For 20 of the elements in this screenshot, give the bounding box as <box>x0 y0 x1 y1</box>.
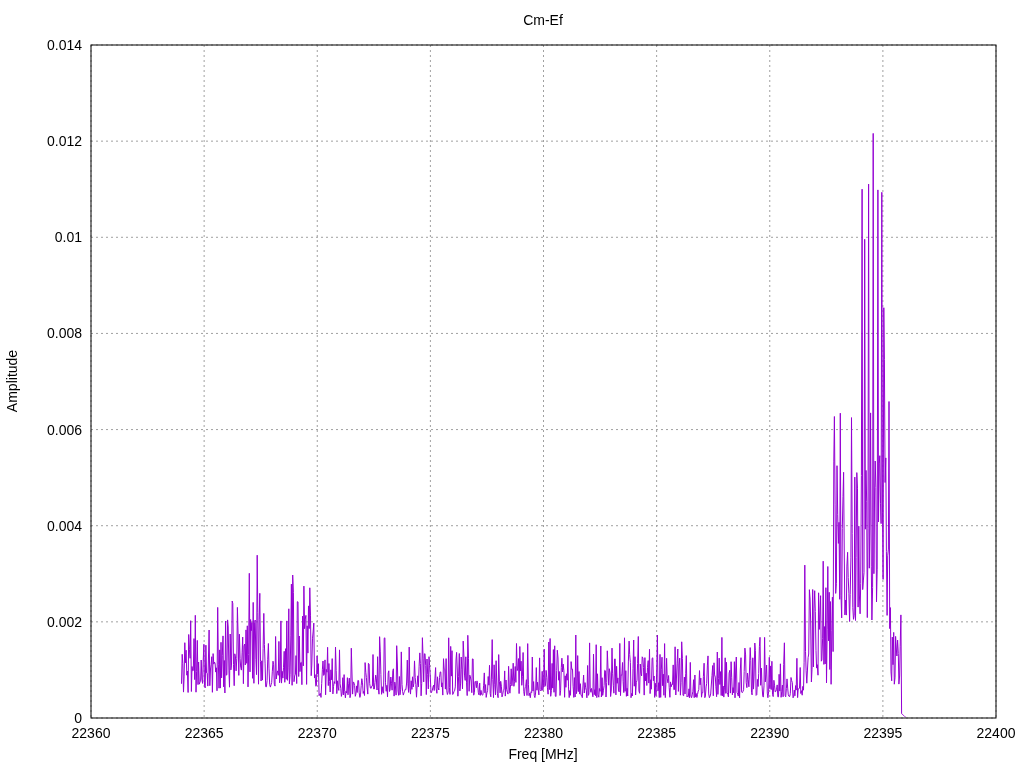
x-tick-label: 22375 <box>410 725 450 741</box>
x-tick-label: 22390 <box>750 725 790 741</box>
x-tick-label: 22380 <box>524 725 563 741</box>
x-tick-label: 22365 <box>184 725 224 741</box>
y-tick-label: 0.01 <box>54 229 82 246</box>
y-tick-label: 0.002 <box>46 613 82 630</box>
x-tick-label: 22395 <box>863 725 903 741</box>
x-axis-label: Freq [MHz] <box>508 746 578 762</box>
chart-title: Cm-Ef <box>523 12 563 28</box>
y-tick-label: 0.012 <box>46 133 82 150</box>
x-tick-label: 22385 <box>637 725 677 741</box>
y-axis-label: Amplitude <box>4 349 20 413</box>
y-tick-label: 0.004 <box>46 517 82 534</box>
y-tick-label: 0 <box>74 710 82 726</box>
x-tick-label: 22370 <box>297 725 337 741</box>
y-tick-label: 0.006 <box>46 421 82 438</box>
x-tick-label: 22400 <box>976 725 1016 741</box>
x-tick-label: 22360 <box>71 725 111 741</box>
y-tick-label: 0.008 <box>46 325 82 342</box>
y-tick-label: 0.014 <box>46 37 82 53</box>
